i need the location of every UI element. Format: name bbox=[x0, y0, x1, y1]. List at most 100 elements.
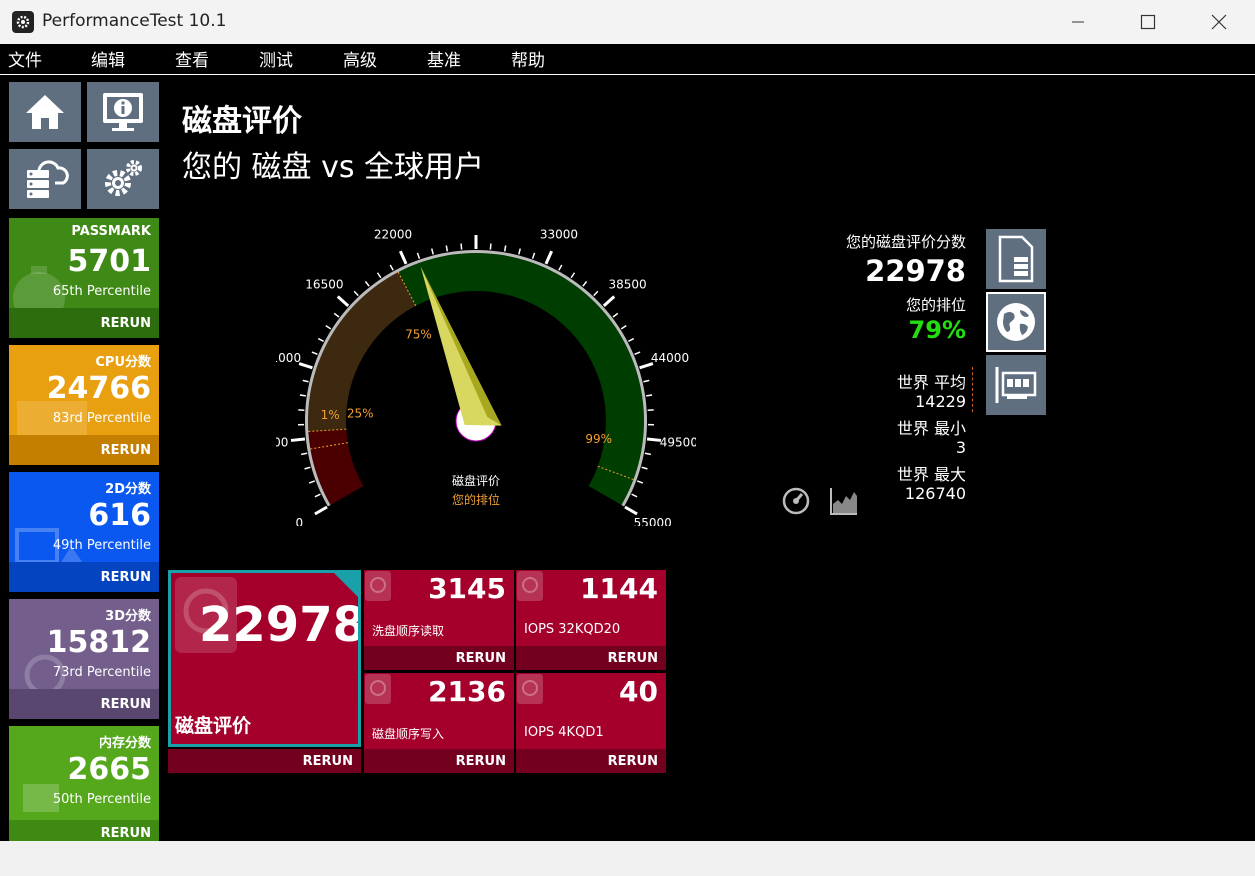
gauge-center-sublabel: 您的排位 bbox=[452, 492, 500, 507]
menu-test[interactable]: 测试 bbox=[259, 46, 293, 71]
menu-advanced[interactable]: 高级 bbox=[343, 46, 377, 71]
gauge-tick-label: 49500 bbox=[660, 435, 696, 449]
gauge-minor-tick bbox=[634, 351, 641, 356]
seq-read-rerun-button[interactable]: RERUN bbox=[364, 646, 514, 670]
world-compare-button[interactable] bbox=[986, 292, 1046, 352]
disk-mark-tile[interactable]: 22978 磁盘评价 bbox=[168, 570, 361, 747]
2d-tile[interactable]: 2D分数 616 49th Percentile RERUN bbox=[9, 472, 159, 592]
gauge-minor-tick bbox=[376, 272, 382, 279]
gauge-major-tick bbox=[298, 362, 313, 370]
gauge-minor-tick bbox=[628, 337, 635, 342]
minimize-button[interactable] bbox=[1043, 0, 1113, 44]
gauge-minor-tick bbox=[570, 272, 576, 279]
gauge-band-2 bbox=[398, 253, 644, 505]
close-button[interactable] bbox=[1184, 0, 1254, 44]
disk-mark-rerun-button[interactable]: RERUN bbox=[168, 749, 361, 773]
menu-file[interactable]: 文件 bbox=[8, 46, 42, 71]
memory-tile[interactable]: 内存分数 2665 50th Percentile RERUN bbox=[9, 726, 159, 846]
tile-corner bbox=[334, 573, 358, 597]
tile-percentile: 50th Percentile bbox=[52, 792, 151, 807]
disk-iops32-tile[interactable]: 1144 IOPS 32KQD20 RERUN bbox=[516, 570, 666, 670]
hardware-button[interactable] bbox=[986, 355, 1046, 415]
cloud-server-icon bbox=[27, 160, 69, 198]
page-title: 磁盘评价 bbox=[182, 104, 302, 139]
gauge-minor-tick bbox=[620, 324, 627, 330]
rank-value: 79% bbox=[908, 316, 966, 344]
histogram-view-icon[interactable] bbox=[829, 486, 859, 516]
tile-score: 3145 bbox=[428, 572, 506, 605]
gauge-minor-tick bbox=[416, 252, 421, 259]
gauge-minor-tick bbox=[445, 245, 449, 252]
tile-score: 2136 bbox=[428, 675, 506, 708]
system-info-button[interactable] bbox=[87, 82, 159, 142]
menu-view[interactable]: 查看 bbox=[175, 46, 209, 71]
gauge-minor-tick bbox=[518, 248, 521, 255]
gauge-minor-tick bbox=[644, 452, 651, 456]
gauge-minor-tick bbox=[531, 252, 536, 259]
gauge-minor-tick bbox=[389, 264, 394, 271]
menu-baseline[interactable]: 基准 bbox=[427, 46, 461, 71]
cpu-rerun-button[interactable]: RERUN bbox=[9, 435, 159, 465]
world-min-value: 3 bbox=[955, 438, 966, 457]
menu-help[interactable]: 帮助 bbox=[511, 46, 545, 71]
disk-seq-write-tile[interactable]: 2136 磁盘顺序写入 RERUN bbox=[364, 673, 514, 773]
gauge-minor-tick bbox=[636, 480, 644, 484]
seq-write-rerun-button[interactable]: RERUN bbox=[364, 749, 514, 773]
title-bar: PerformanceTest 10.1 bbox=[0, 0, 1255, 44]
passmark-tile[interactable]: PASSMARK 5701 65th Percentile RERUN bbox=[9, 218, 159, 338]
gauge-minor-tick bbox=[431, 248, 434, 255]
gauge-view-icon[interactable] bbox=[781, 486, 811, 516]
disk-mark-label: 磁盘评价 bbox=[175, 715, 252, 737]
gauge-major-tick bbox=[624, 505, 638, 516]
tile-label: 洗盘顺序读取 bbox=[372, 624, 445, 638]
tile-percentile: 73rd Percentile bbox=[52, 665, 151, 680]
percentile-marker-label: 25% bbox=[347, 407, 374, 421]
report-button[interactable] bbox=[986, 229, 1046, 289]
iops4-rerun-button[interactable]: RERUN bbox=[516, 749, 666, 773]
maximize-button[interactable] bbox=[1113, 0, 1183, 44]
gears-icon bbox=[105, 160, 142, 196]
disk-iops4-tile[interactable]: 40 IOPS 4KQD1 RERUN bbox=[516, 673, 666, 773]
gauge-minor-tick bbox=[643, 379, 650, 383]
hard-disk-icon bbox=[517, 674, 543, 704]
iops32-rerun-button[interactable]: RERUN bbox=[516, 646, 666, 670]
3d-tile[interactable]: 3D分数 15812 73rd Percentile RERUN bbox=[9, 599, 159, 719]
2d-rerun-button[interactable]: RERUN bbox=[9, 562, 159, 592]
cpu-tile[interactable]: CPU分数 24766 83rd Percentile RERUN bbox=[9, 345, 159, 465]
tile-percentile: 49th Percentile bbox=[52, 538, 151, 553]
gauge-minor-tick bbox=[646, 394, 653, 397]
gauge-minor-tick bbox=[641, 466, 648, 470]
gauge-minor-tick bbox=[558, 264, 563, 271]
world-max-value: 126740 bbox=[904, 484, 966, 503]
home-button[interactable] bbox=[9, 82, 81, 142]
tile-percentile: 83rd Percentile bbox=[52, 411, 151, 426]
passmark-rerun-button[interactable]: RERUN bbox=[9, 308, 159, 338]
disk-seq-read-tile[interactable]: 3145 洗盘顺序读取 RERUN bbox=[364, 570, 514, 670]
tile-score: 2665 bbox=[67, 752, 152, 787]
tile-score: 40 bbox=[619, 675, 658, 708]
world-min-label: 世界 最小 bbox=[896, 419, 966, 438]
gauge-major-tick bbox=[290, 437, 306, 442]
hard-disk-icon bbox=[517, 571, 543, 601]
document-icon bbox=[998, 235, 1034, 283]
disk-mark-score: 22978 bbox=[199, 597, 361, 653]
hard-disk-icon bbox=[365, 571, 391, 601]
percentile-marker-label: 75% bbox=[405, 327, 432, 341]
settings-button[interactable] bbox=[87, 149, 159, 209]
tile-label: IOPS 4KQD1 bbox=[524, 725, 604, 740]
cloud-server-button[interactable] bbox=[9, 149, 81, 209]
gauge-tick-label: 44000 bbox=[651, 351, 689, 365]
gauge-major-tick bbox=[336, 295, 350, 308]
world-max-label: 世界 最大 bbox=[896, 465, 966, 484]
3d-rerun-button[interactable]: RERUN bbox=[9, 689, 159, 719]
tile-score: 1144 bbox=[580, 572, 658, 605]
gauge-major-tick bbox=[544, 250, 554, 265]
gauge-minor-tick bbox=[299, 394, 306, 397]
tile-title: CPU分数 bbox=[95, 355, 151, 370]
gauge-tick-label: 0 bbox=[296, 516, 304, 526]
gauge-minor-tick bbox=[317, 337, 324, 342]
gauge-minor-tick bbox=[308, 480, 316, 484]
menu-edit[interactable]: 编辑 bbox=[91, 46, 125, 71]
gauge-major-tick bbox=[602, 295, 616, 308]
gauge-minor-tick bbox=[304, 466, 311, 470]
